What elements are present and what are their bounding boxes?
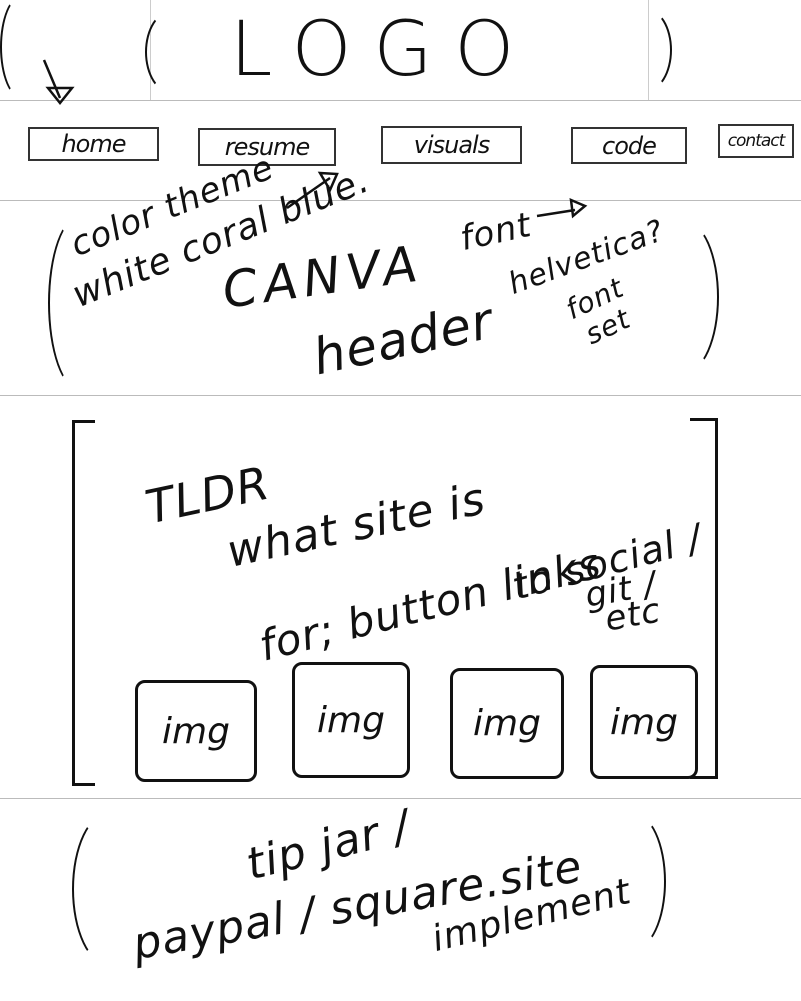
nav-visuals[interactable]: visuals xyxy=(381,126,522,164)
nav-home[interactable]: home xyxy=(28,127,159,161)
social-image-button[interactable]: img xyxy=(135,680,257,782)
logo-paren-left xyxy=(145,10,199,94)
nav-contact[interactable]: contact xyxy=(718,124,794,158)
divider xyxy=(0,798,801,799)
social-image-button[interactable]: img xyxy=(450,668,564,779)
social-image-button[interactable]: img xyxy=(590,665,698,779)
nav-code[interactable]: code xyxy=(571,127,687,164)
divider xyxy=(0,100,801,101)
note-font: font xyxy=(456,204,536,260)
logo-paren-right xyxy=(620,8,672,92)
arrow-right-icon xyxy=(536,198,588,219)
bracket-left xyxy=(72,420,95,786)
tldr-line: etc xyxy=(601,590,665,640)
divider xyxy=(0,200,801,201)
note-header: header xyxy=(307,291,499,387)
divider xyxy=(0,395,801,396)
arrow-down-icon xyxy=(42,59,75,106)
social-image-button[interactable]: img xyxy=(292,662,410,778)
paren-left xyxy=(0,0,44,99)
logo[interactable]: LOGO xyxy=(230,4,536,93)
